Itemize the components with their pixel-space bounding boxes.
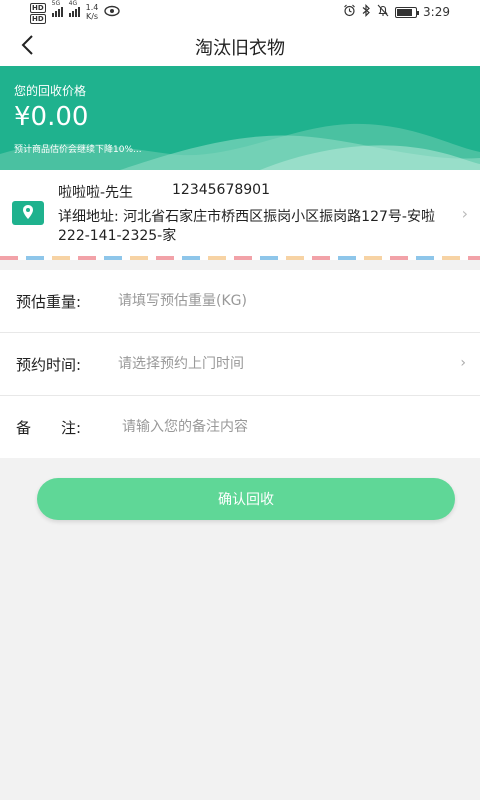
recycle-form: 预估重量: 预约时间: › 备 注:: [0, 270, 480, 458]
address-detail: 详细地址: 河北省石家庄市桥西区振岗小区振岗路127号-安啦222-141-23…: [58, 209, 435, 244]
price-banner: 您的回收价格 ¥0.00 预计商品估价会继续下降10%...: [0, 66, 480, 170]
note-row: 备 注:: [0, 396, 480, 458]
weight-label: 预估重量:: [16, 293, 82, 311]
hd-badges: HD HD: [30, 3, 46, 24]
speed-value: 1.4: [85, 3, 99, 12]
address-card[interactable]: 啦啦啦-先生 12345678901 详细地址: 河北省石家庄市桥西区振岗小区振…: [0, 170, 480, 256]
signal-icon: 4G: [68, 0, 80, 17]
location-icon: [12, 201, 44, 225]
hd-badge: HD: [30, 14, 46, 24]
note-label: 备 注:: [16, 419, 82, 437]
mute-bell-icon: [377, 4, 389, 20]
signal-icon: 5G: [51, 0, 63, 17]
eye-icon: [104, 3, 121, 24]
battery-icon: [395, 6, 420, 18]
weight-row: 预估重量:: [0, 270, 480, 333]
price-note: 预计商品估价会继续下降10%...: [14, 145, 142, 155]
network-type: 4G: [68, 0, 78, 7]
time-label: 预约时间:: [16, 356, 82, 374]
bluetooth-icon: [362, 4, 371, 20]
time-picker[interactable]: [118, 350, 438, 378]
nav-bar: 淘汰旧衣物: [0, 24, 480, 66]
recycle-price: ¥0.00: [14, 102, 89, 132]
clock-time: 3:29: [423, 5, 450, 19]
confirm-recycle-button[interactable]: 确认回收: [37, 478, 455, 520]
contact-name: 啦啦啦-先生: [58, 185, 134, 201]
contact-phone: 12345678901: [172, 182, 270, 198]
price-label: 您的回收价格: [14, 84, 87, 98]
speed-unit: K/s: [85, 12, 99, 21]
page-title: 淘汰旧衣物: [195, 38, 285, 59]
note-input[interactable]: [122, 413, 442, 441]
time-row[interactable]: 预约时间: ›: [0, 333, 480, 396]
chevron-right-icon: ›: [460, 355, 466, 371]
alarm-icon: [343, 4, 356, 20]
network-type: 5G: [51, 0, 61, 7]
hd-badge: HD: [30, 3, 46, 13]
network-speed: 1.4 K/s: [86, 3, 99, 21]
chevron-right-icon: ›: [461, 204, 468, 223]
status-bar: HD HD 5G 4G 1.4 K/s 3:29: [0, 0, 480, 24]
weight-input[interactable]: [118, 287, 438, 315]
envelope-border: [0, 256, 480, 260]
